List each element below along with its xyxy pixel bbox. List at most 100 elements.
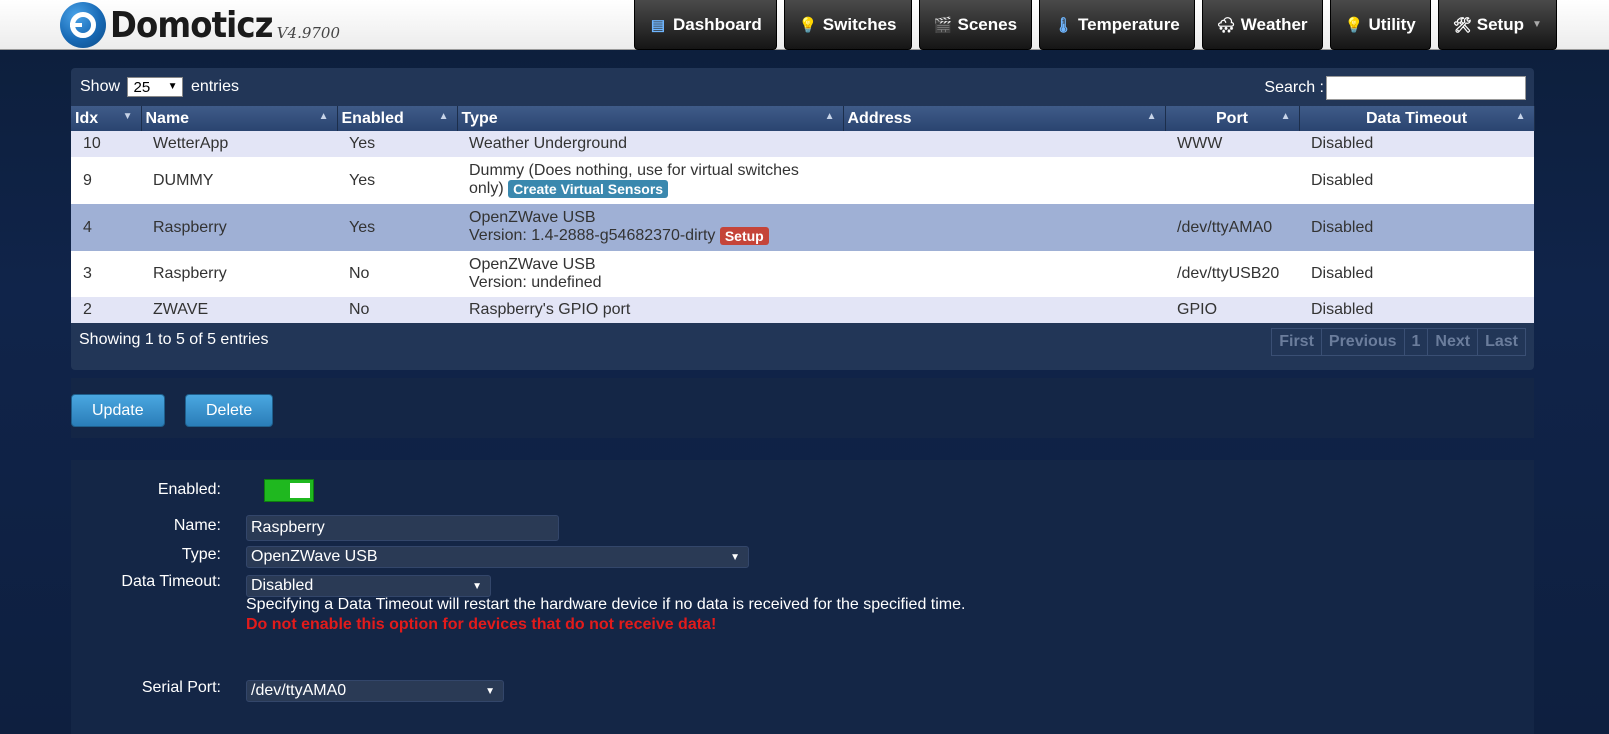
cell-idx: 3 xyxy=(71,251,141,297)
cell-idx: 10 xyxy=(71,131,141,157)
col-header-port[interactable]: Port ▲ xyxy=(1165,106,1300,131)
cell-address xyxy=(843,251,1165,297)
type-line: OpenZWave USB xyxy=(469,209,596,227)
delete-button[interactable]: Delete xyxy=(185,394,274,427)
cell-enabled: Yes xyxy=(337,204,457,251)
name-input[interactable]: Raspberry xyxy=(246,515,559,541)
cell-timeout: Disabled xyxy=(1299,251,1534,297)
cell-enabled: No xyxy=(337,251,457,297)
cell-timeout: Disabled xyxy=(1299,157,1534,204)
sort-icon: ▲ xyxy=(438,111,449,122)
cell-address xyxy=(843,204,1165,251)
cell-port: /dev/ttyAMA0 xyxy=(1165,204,1299,251)
col-header-data-timeout[interactable]: Data Timeout ▲ xyxy=(1299,106,1535,131)
nav-label: Temperature xyxy=(1078,14,1180,34)
table-row[interactable]: 3 Raspberry No OpenZWave USB Version: un… xyxy=(71,251,1534,297)
type-line: Version: 1.4-2888-g54682370-dirty xyxy=(469,227,716,245)
dashboard-icon: ▤ xyxy=(650,16,666,34)
nav-temperature[interactable]: 🌡 Temperature xyxy=(1039,0,1195,50)
nav-switches[interactable]: 💡 Switches xyxy=(783,0,912,50)
table-info: Showing 1 to 5 of 5 entries xyxy=(79,331,269,348)
hardware-table: Idx ▼ Name ▲ Enabled ▲ Type ▲ Address ▲ Port ▲… xyxy=(71,106,1535,323)
cell-idx: 4 xyxy=(71,204,141,251)
nav-label: Switches xyxy=(822,14,897,34)
col-header-enabled[interactable]: Enabled ▲ xyxy=(337,106,458,131)
cell-enabled: Yes xyxy=(337,131,457,157)
enabled-label: Enabled: xyxy=(157,481,221,498)
nav-label: Scenes xyxy=(957,14,1018,34)
table-toolbar: Show 25 entries Search : xyxy=(71,68,1534,106)
tools-icon: 🛠 xyxy=(1452,16,1472,34)
cell-address xyxy=(843,157,1165,204)
nav-dashboard[interactable]: ▤ Dashboard xyxy=(634,0,777,50)
pager-first[interactable]: First xyxy=(1272,329,1322,355)
pager-last[interactable]: Last xyxy=(1478,329,1525,355)
serial-port-label: Serial Port: xyxy=(141,679,221,696)
search-input[interactable] xyxy=(1326,76,1526,100)
app-logo[interactable]: Domoticz V4.9700 xyxy=(60,2,340,48)
cell-name: Raspberry xyxy=(141,251,337,297)
enabled-toggle[interactable] xyxy=(264,479,314,502)
data-timeout-warning: Do not enable this option for devices th… xyxy=(246,616,717,633)
type-line: only) xyxy=(469,180,504,198)
cell-name: WetterApp xyxy=(141,131,337,157)
type-line: Dummy (Does nothing, use for virtual swi… xyxy=(469,162,799,180)
page-size-select[interactable]: 25 xyxy=(127,77,184,97)
app-version: V4.9700 xyxy=(276,24,341,42)
nav-scenes[interactable]: 🎬 Scenes xyxy=(918,0,1033,50)
cloud-icon: 🌨 xyxy=(1216,16,1236,34)
utility-icon: 💡 xyxy=(1344,16,1364,34)
nav-utility[interactable]: 💡 Utility xyxy=(1329,0,1431,50)
pager-page-1[interactable]: 1 xyxy=(1405,329,1429,355)
pagination: First Previous 1 Next Last xyxy=(1271,328,1526,356)
top-header: Domoticz V4.9700 ▤ Dashboard 💡 Switches … xyxy=(0,0,1609,50)
sort-desc-icon: ▼ xyxy=(122,111,133,122)
main-nav: ▤ Dashboard 💡 Switches 🎬 Scenes 🌡 Temper… xyxy=(634,0,1564,50)
col-header-address[interactable]: Address ▲ xyxy=(843,106,1166,131)
cell-timeout: Disabled xyxy=(1299,204,1534,251)
table-row[interactable]: 10 WetterApp Yes Weather Underground WWW… xyxy=(71,131,1534,157)
hardware-table-panel: Show 25 entries Search : Idx▼ Name▲ Enab… xyxy=(71,68,1535,370)
table-row[interactable]: 9 DUMMY Yes Dummy (Does nothing, use for… xyxy=(71,157,1534,204)
serial-port-select[interactable]: /dev/ttyAMA0 xyxy=(246,680,504,702)
page-size-control: Show 25 entries xyxy=(80,77,239,97)
data-timeout-select[interactable]: Disabled xyxy=(246,575,491,597)
cell-idx: 9 xyxy=(71,157,141,204)
clapperboard-icon: 🎬 xyxy=(933,16,953,34)
cell-timeout: Disabled xyxy=(1299,131,1534,157)
domoticz-logo-icon xyxy=(60,2,106,48)
app-name: Domoticz xyxy=(110,5,274,46)
cell-enabled: Yes xyxy=(337,157,457,204)
show-label: Show xyxy=(80,78,121,96)
update-button[interactable]: Update xyxy=(71,394,165,427)
type-select[interactable]: OpenZWave USB xyxy=(246,546,749,568)
col-header-name[interactable]: Name ▲ xyxy=(141,106,338,131)
pager-next[interactable]: Next xyxy=(1428,329,1479,355)
search-control: Search : xyxy=(1264,76,1526,100)
nav-weather[interactable]: 🌨 Weather xyxy=(1201,0,1323,50)
sort-icon: ▲ xyxy=(1280,111,1291,122)
cell-type: Dummy (Does nothing, use for virtual swi… xyxy=(457,157,843,204)
sort-icon: ▲ xyxy=(318,111,329,122)
nav-label: Utility xyxy=(1368,14,1416,34)
action-bar: Update Delete xyxy=(71,378,1534,438)
table-header-row: Idx ▼ Name ▲ Enabled ▲ Type ▲ Address ▲ Port ▲… xyxy=(71,106,1535,131)
cell-type: OpenZWave USB Version: undefined xyxy=(457,251,843,297)
cell-port: WWW xyxy=(1165,131,1299,157)
name-label: Name: xyxy=(173,517,221,534)
nav-label: Setup xyxy=(1476,14,1524,34)
type-line: Version: undefined xyxy=(469,274,602,291)
col-header-idx[interactable]: Idx ▼ xyxy=(71,106,142,131)
create-virtual-sensors-button[interactable]: Create Virtual Sensors xyxy=(508,180,669,199)
table-row-selected[interactable]: 4 Raspberry Yes OpenZWave USB Version: 1… xyxy=(71,204,1534,251)
setup-button[interactable]: Setup xyxy=(719,227,769,246)
col-header-type[interactable]: Type ▲ xyxy=(457,106,844,131)
thermometer-icon: 🌡 xyxy=(1054,16,1074,34)
cell-type: OpenZWave USB Version: 1.4-2888-g5468237… xyxy=(457,204,843,251)
nav-setup[interactable]: 🛠 Setup ▼ xyxy=(1437,0,1557,50)
entries-label: entries xyxy=(190,78,239,96)
cell-type: Weather Underground xyxy=(457,131,843,157)
nav-label: Weather xyxy=(1240,14,1308,34)
sort-icon: ▲ xyxy=(1515,111,1526,122)
pager-previous[interactable]: Previous xyxy=(1322,329,1405,355)
